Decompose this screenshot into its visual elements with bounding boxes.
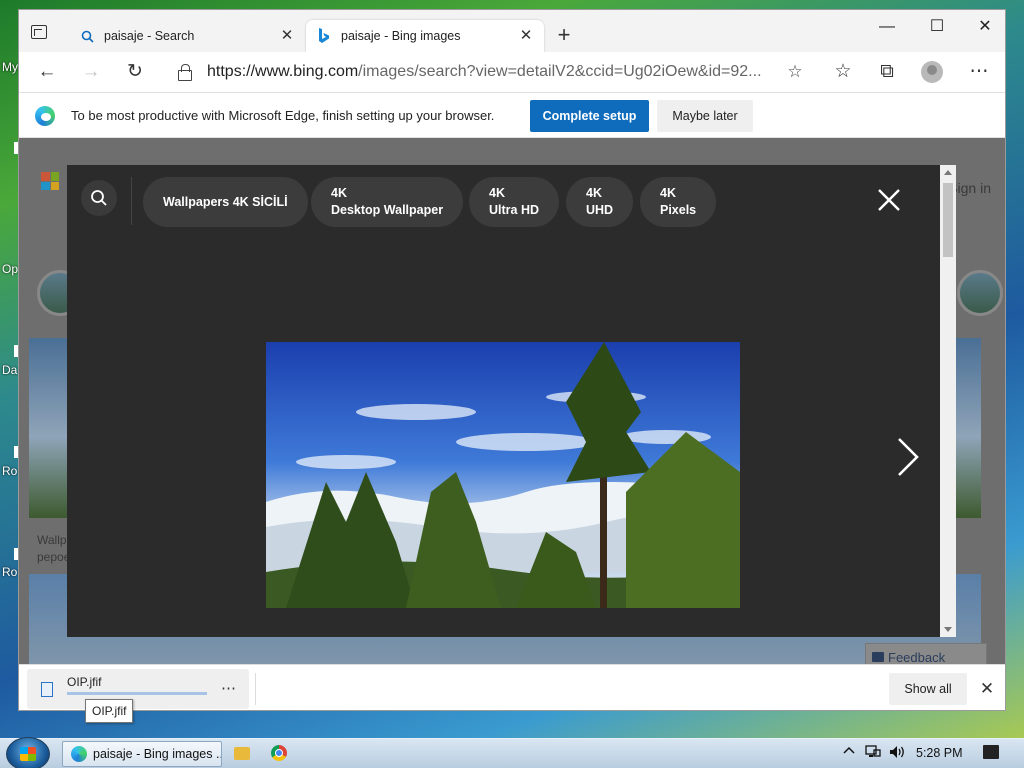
scroll-thumb[interactable] (943, 183, 953, 257)
overlay-scrollbar[interactable] (940, 165, 956, 637)
scroll-up-icon[interactable] (944, 170, 952, 175)
downloads-bar: OIP.jfif ⋯ Show all ✕ (19, 664, 1005, 710)
forward-button[interactable]: → (77, 58, 105, 86)
show-all-button[interactable]: Show all (889, 673, 967, 705)
thumbnail-caption: Wallp pepoe (37, 533, 71, 564)
desktop-icon-label[interactable]: Da (2, 363, 17, 377)
close-window-button[interactable]: ✕ (963, 12, 1005, 42)
edge-icon (71, 746, 87, 762)
taskbar: paisaje - Bing images ... 5:28 PM (0, 737, 1024, 768)
refresh-button[interactable]: ↻ (121, 58, 149, 86)
settings-menu-button[interactable]: ⋯ (965, 58, 993, 86)
related-search-thumbnail[interactable] (957, 270, 1003, 316)
next-image-icon[interactable] (893, 433, 923, 481)
profile-avatar[interactable] (921, 61, 943, 83)
complete-setup-button[interactable]: Complete setup (530, 100, 649, 132)
divider (131, 177, 132, 225)
search-icon (79, 28, 95, 44)
tab-actions-icon[interactable] (31, 25, 47, 39)
add-favorite-icon[interactable]: ☆ (783, 62, 807, 82)
browser-toolbar: ← → ↻ https://www.bing.com/images/search… (19, 52, 1005, 92)
address-bar[interactable]: https://www.bing.com/images/search?view=… (167, 57, 813, 87)
tab-bing-images[interactable]: paisaje - Bing images ✕ (306, 20, 544, 52)
network-icon[interactable] (865, 745, 881, 762)
volume-icon[interactable] (889, 745, 907, 762)
start-button[interactable] (6, 737, 50, 768)
scroll-down-icon[interactable] (944, 627, 952, 632)
file-explorer-icon[interactable] (234, 747, 250, 760)
desktop-icon-label[interactable]: Ro (2, 464, 17, 478)
tab-title: paisaje - Search (104, 29, 195, 43)
close-icon[interactable] (875, 186, 903, 214)
close-tab-icon[interactable]: ✕ (518, 28, 534, 44)
new-tab-button[interactable]: + (550, 23, 578, 49)
file-name-tooltip: OIP.jfif (85, 699, 134, 723)
taskbar-edge-window[interactable]: paisaje - Bing images ... (62, 741, 222, 767)
bing-icon (316, 28, 332, 44)
close-downloads-icon[interactable]: ✕ (975, 673, 999, 705)
edge-logo-icon (35, 106, 55, 126)
file-icon (41, 682, 53, 697)
url-text[interactable]: https://www.bing.com/images/search?view=… (207, 63, 783, 81)
download-progress-bar (67, 692, 207, 695)
back-button[interactable]: ← (33, 58, 61, 86)
desktop-icon-label[interactable]: Ro (2, 565, 17, 579)
maybe-later-button[interactable]: Maybe later (657, 100, 753, 132)
minimize-button[interactable]: — (865, 12, 909, 42)
tab-title: paisaje - Bing images (341, 29, 461, 43)
notifications-icon[interactable] (983, 745, 999, 759)
lock-icon[interactable] (177, 64, 192, 81)
page-content: Sign in Wallp pepoe Feedback Wallpapers … (19, 138, 1005, 664)
clock[interactable]: 5:28 PM (916, 746, 963, 760)
setup-infobar: To be most productive with Microsoft Edg… (19, 92, 1005, 138)
tab-paisaje-search[interactable]: paisaje - Search ✕ (69, 20, 305, 52)
related-chip[interactable]: 4K Desktop Wallpaper (311, 177, 464, 227)
image-detail-overlay: Wallpapers 4K SİCİLİ 4K Desktop Wallpape… (67, 165, 941, 637)
tab-strip: paisaje - Search ✕ paisaje - Bing images… (19, 10, 1005, 52)
image-thumbnail[interactable] (29, 338, 69, 518)
related-chip[interactable]: Wallpapers 4K SİCİLİ (143, 177, 308, 227)
divider (255, 673, 256, 705)
taskbar-task-label: paisaje - Bing images ... (93, 747, 222, 761)
feedback-button[interactable]: Feedback (865, 643, 987, 664)
infobar-message: To be most productive with Microsoft Edg… (71, 108, 495, 123)
related-chip[interactable]: 4K UHD (566, 177, 634, 227)
browser-window: paisaje - Search ✕ paisaje - Bing images… (18, 9, 1006, 711)
more-options-icon[interactable]: ⋯ (221, 679, 237, 697)
favorites-icon[interactable]: ☆ (829, 58, 857, 86)
maximize-button[interactable]: ☐ (915, 12, 959, 42)
microsoft-logo[interactable] (41, 172, 59, 190)
download-item[interactable]: OIP.jfif ⋯ (27, 669, 249, 709)
main-landscape-image[interactable] (266, 342, 740, 608)
search-icon (91, 190, 107, 206)
show-hidden-icons-icon[interactable] (843, 745, 855, 760)
related-chip[interactable]: 4K Pixels (640, 177, 717, 227)
chrome-icon[interactable] (271, 745, 287, 761)
close-tab-icon[interactable]: ✕ (279, 28, 295, 44)
collections-icon[interactable]: ⧉ (873, 58, 901, 86)
download-file-name[interactable]: OIP.jfif (67, 675, 101, 689)
desktop-icon-label[interactable]: My (2, 60, 18, 74)
desktop-icon-label[interactable]: Op (2, 262, 18, 276)
search-button[interactable] (81, 180, 117, 216)
related-chip[interactable]: 4K Ultra HD (469, 177, 560, 227)
